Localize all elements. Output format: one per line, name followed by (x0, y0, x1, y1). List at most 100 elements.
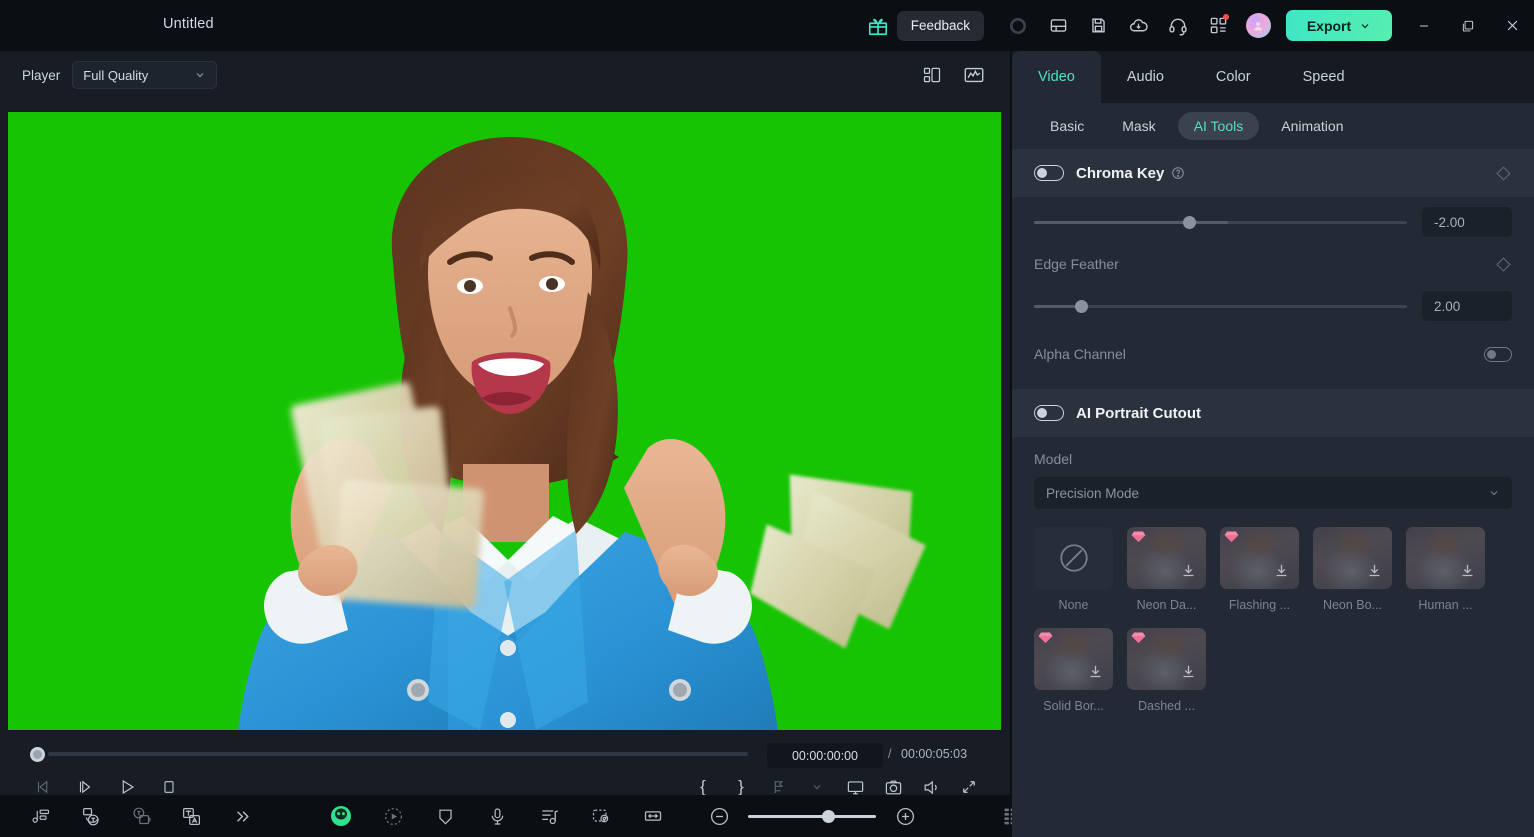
tab-speed[interactable]: Speed (1277, 51, 1371, 103)
effect-thumb[interactable] (1127, 628, 1206, 690)
effect-thumb[interactable] (1127, 527, 1206, 589)
model-value: Precision Mode (1046, 485, 1140, 501)
cloud-upload-icon[interactable] (1118, 6, 1158, 46)
alpha-channel-toggle[interactable] (1484, 346, 1512, 362)
user-avatar[interactable] (1238, 6, 1278, 46)
more-tools-icon[interactable] (226, 801, 256, 831)
tab-color[interactable]: Color (1190, 51, 1277, 103)
alpha-channel-label: Alpha Channel (1034, 346, 1126, 362)
auto-translate-icon[interactable] (176, 801, 206, 831)
effect-cell[interactable]: Flashing ... (1220, 527, 1299, 612)
speech-to-text-icon[interactable] (76, 801, 106, 831)
timeline-zoom-controls (704, 801, 920, 831)
preview-subject-image (238, 137, 926, 730)
zoom-out-button[interactable] (704, 801, 734, 831)
quality-value: Full Quality (83, 67, 149, 83)
support-headset-icon[interactable] (1158, 6, 1198, 46)
edge-feather-slider-row: 2.00 (1034, 281, 1512, 331)
green-screen-icon[interactable] (326, 801, 356, 831)
text-to-speech-icon[interactable] (126, 801, 156, 831)
tolerance-slider-handle[interactable] (1183, 215, 1197, 229)
gift-icon[interactable] (865, 13, 891, 39)
export-label: Export (1306, 17, 1352, 34)
effect-thumb[interactable] (1220, 527, 1299, 589)
zoom-slider-track[interactable] (748, 809, 876, 823)
edge-feather-keyframe-icon[interactable] (1495, 256, 1512, 273)
export-button[interactable]: Export (1286, 10, 1392, 41)
help-icon[interactable] (1171, 166, 1185, 180)
edge-feather-slider-track[interactable] (1034, 299, 1407, 313)
fit-to-timeline-icon[interactable] (638, 801, 668, 831)
maximize-button[interactable] (1446, 0, 1490, 51)
effect-cell[interactable]: Dashed ... (1127, 612, 1206, 713)
keyframe-preview-icon[interactable] (586, 801, 616, 831)
effect-cell[interactable]: Neon Da... (1127, 527, 1206, 612)
bottom-left-tools (26, 801, 256, 831)
playhead-track[interactable] (48, 752, 748, 756)
effect-cell[interactable]: None (1034, 527, 1113, 612)
split-view-icon[interactable] (918, 61, 946, 89)
zoom-in-button[interactable] (890, 801, 920, 831)
zoom-slider-handle[interactable] (822, 809, 835, 823)
effect-cell[interactable]: Solid Bor... (1034, 612, 1113, 713)
feedback-button[interactable]: Feedback (896, 10, 984, 41)
apps-grid-icon[interactable] (1198, 6, 1238, 46)
effect-thumb[interactable] (1034, 628, 1113, 690)
scope-waveform-icon[interactable] (960, 61, 988, 89)
download-icon[interactable] (1180, 663, 1197, 680)
player-label: Player (22, 67, 61, 83)
ai-portrait-cutout-body: Model Precision Mode None Neon Da... Fla… (1012, 437, 1534, 713)
audio-mixer-icon[interactable] (534, 801, 564, 831)
layout-icon[interactable] (1038, 6, 1078, 46)
keyframe-diamond-icon[interactable] (1495, 165, 1512, 182)
ai-portrait-cutout-toggle[interactable] (1034, 405, 1064, 421)
quality-select[interactable]: Full Quality (72, 61, 218, 89)
playhead-handle[interactable] (30, 747, 45, 762)
mask-icon[interactable] (430, 801, 460, 831)
mark-out-label: } (738, 777, 744, 796)
premium-gem-icon (1131, 531, 1146, 543)
model-select[interactable]: Precision Mode (1034, 477, 1512, 509)
voice-record-icon[interactable] (482, 801, 512, 831)
player-toolbar: Player Full Quality (0, 51, 1010, 99)
effect-cell[interactable]: Human ... (1406, 527, 1485, 612)
tab-video[interactable]: Video (1012, 51, 1101, 103)
player-panel: Player Full Quality 00:00:00:00 / 00:00:… (0, 51, 1010, 796)
premium-gem-icon (1038, 632, 1053, 644)
ai-portrait-cutout-header: AI Portrait Cutout (1012, 389, 1534, 437)
title-bar: Untitled Feedback Export (0, 0, 1534, 51)
download-icon[interactable] (1366, 562, 1383, 579)
edge-feather-value-input[interactable]: 2.00 (1422, 291, 1512, 321)
subtab-ai-tools[interactable]: AI Tools (1177, 112, 1260, 140)
audio-detach-icon[interactable] (26, 801, 56, 831)
close-button[interactable] (1490, 0, 1534, 51)
tab-audio[interactable]: Audio (1101, 51, 1190, 103)
effect-none-thumb[interactable] (1034, 527, 1113, 589)
chroma-key-toggle[interactable] (1034, 165, 1064, 181)
effect-label: Flashing ... (1228, 598, 1291, 612)
download-icon[interactable] (1087, 663, 1104, 680)
subtab-mask[interactable]: Mask (1106, 112, 1171, 140)
tolerance-value-input[interactable]: -2.00 (1422, 207, 1512, 237)
panel-subtabs: Basic Mask AI Tools Animation (1012, 103, 1534, 149)
effect-cell[interactable]: Neon Bo... (1313, 527, 1392, 612)
video-preview[interactable] (8, 112, 1001, 730)
motion-tracking-icon[interactable] (378, 801, 408, 831)
current-timecode[interactable]: 00:00:00:00 (767, 743, 883, 768)
download-icon[interactable] (1273, 562, 1290, 579)
tolerance-slider-track[interactable] (1034, 215, 1407, 229)
effect-thumb[interactable] (1406, 527, 1485, 589)
chevron-down-icon (196, 73, 204, 78)
edge-feather-slider-handle[interactable] (1075, 299, 1089, 313)
record-icon[interactable] (998, 6, 1038, 46)
edge-feather-label-row: Edge Feather (1034, 247, 1512, 281)
chevron-down-icon (1490, 491, 1498, 496)
download-icon[interactable] (1459, 562, 1476, 579)
subtab-basic[interactable]: Basic (1034, 112, 1100, 140)
download-icon[interactable] (1180, 562, 1197, 579)
subtab-animation[interactable]: Animation (1265, 112, 1359, 140)
player-transport: 00:00:00:00 / 00:00:05:03 {} (0, 730, 1010, 796)
effect-thumb[interactable] (1313, 527, 1392, 589)
save-icon[interactable] (1078, 6, 1118, 46)
minimize-button[interactable] (1402, 0, 1446, 51)
